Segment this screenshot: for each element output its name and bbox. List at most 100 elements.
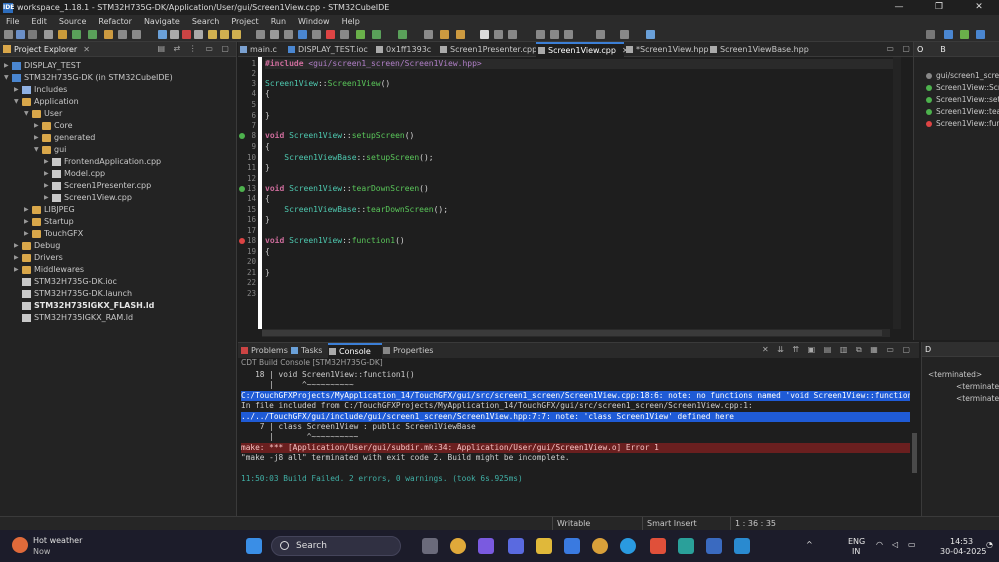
- tree-item[interactable]: ▶ Screen1Presenter.cpp: [44, 180, 151, 192]
- chevron-right-icon[interactable]: ▶: [44, 156, 52, 168]
- perspective-ide-icon[interactable]: [976, 30, 985, 39]
- external-tools-icon[interactable]: [104, 30, 113, 39]
- console-line[interactable]: C:/TouchGFXProjects/MyApplication_14/Tou…: [241, 390, 910, 401]
- step-into-icon[interactable]: [208, 30, 217, 39]
- tab-console[interactable]: Console: [328, 343, 382, 358]
- close-button[interactable]: ✕: [959, 0, 999, 15]
- chevron-down-icon[interactable]: ▼: [14, 96, 22, 108]
- close-icon[interactable]: ✕: [83, 45, 90, 54]
- tab-outline[interactable]: O: [914, 45, 923, 54]
- open-resource-icon[interactable]: [440, 30, 449, 39]
- tree-item[interactable]: ▼ STM32H735G-DK (in STM32CubeIDE): [4, 72, 173, 84]
- menu-file[interactable]: File: [0, 17, 25, 26]
- menu-search[interactable]: Search: [186, 17, 225, 26]
- tab-display-test-ioc[interactable]: DISPLAY_TEST.ioc: [286, 42, 374, 57]
- open-task-icon[interactable]: [424, 30, 433, 39]
- tree-item[interactable]: ▶ Startup: [24, 216, 74, 228]
- menu-refactor[interactable]: Refactor: [92, 17, 138, 26]
- debug-config-icon[interactable]: [356, 30, 365, 39]
- teams-icon[interactable]: [508, 538, 524, 554]
- weather-icon[interactable]: [12, 537, 28, 553]
- tab-debug[interactable]: D: [922, 345, 931, 354]
- prev-annotation-icon[interactable]: [550, 30, 559, 39]
- outline-constructor[interactable]: Screen1View::Scr: [926, 82, 999, 93]
- chevron-right-icon[interactable]: ▶: [14, 264, 22, 276]
- battery-icon[interactable]: ▭: [908, 540, 916, 549]
- chevron-down-icon[interactable]: ▼: [34, 144, 42, 156]
- run-icon[interactable]: [88, 30, 97, 39]
- search-icon[interactable]: [926, 30, 935, 39]
- cubemx-icon[interactable]: [734, 538, 750, 554]
- chevron-right-icon[interactable]: ▶: [14, 252, 22, 264]
- last-edit-icon[interactable]: [564, 30, 573, 39]
- new-class-icon[interactable]: [118, 30, 127, 39]
- stop-icon[interactable]: [326, 30, 335, 39]
- console-line[interactable]: ../../TouchGFX/gui/include/gui/screen1_s…: [241, 411, 910, 422]
- project-explorer-tab[interactable]: Project Explorer ✕ ▤ ⇄ ⋮ ▭ ▢: [0, 42, 236, 57]
- tab-screen1viewbase-hpp[interactable]: Screen1ViewBase.hpp: [708, 42, 809, 57]
- task-view-icon[interactable]: [422, 538, 438, 554]
- chevron-right-icon[interactable]: ▶: [4, 60, 12, 72]
- chevron-right-icon[interactable]: ▶: [44, 192, 52, 204]
- windows-start-icon[interactable]: [246, 538, 262, 554]
- resume-icon[interactable]: [158, 30, 167, 39]
- outline-function1[interactable]: Screen1View::func: [926, 118, 999, 129]
- taskbar-search[interactable]: Search: [271, 536, 401, 556]
- step-return-icon[interactable]: [232, 30, 241, 39]
- scroll-thumb[interactable]: [262, 330, 882, 336]
- editor-horizontal-scrollbar[interactable]: [262, 329, 890, 337]
- tree-item[interactable]: ▶ FrontendApplication.cpp: [44, 156, 161, 168]
- console-output[interactable]: 18 | void Screen1View::function1() | ^~~…: [238, 370, 910, 515]
- tree-item[interactable]: ▶ LIBJPEG: [24, 204, 75, 216]
- clock-time[interactable]: 14:53: [950, 537, 973, 546]
- next-annotation-icon[interactable]: [536, 30, 545, 39]
- device-config-icon[interactable]: [298, 30, 307, 39]
- refresh-icon[interactable]: [312, 30, 321, 39]
- chevron-down-icon[interactable]: ▼: [24, 108, 32, 120]
- tree-item[interactable]: ▶ generated: [34, 132, 95, 144]
- copilot-icon[interactable]: [478, 538, 494, 554]
- tab-tasks[interactable]: Tasks: [290, 343, 328, 358]
- toggle-whitespace-icon[interactable]: [480, 30, 489, 39]
- code-editor[interactable]: #include <gui/screen1_screen/Screen1View…: [258, 57, 901, 329]
- tree-item[interactable]: ▶ Drivers: [14, 252, 63, 264]
- save-icon[interactable]: [16, 30, 25, 39]
- toggle-mark-icon[interactable]: [284, 30, 293, 39]
- launch-icon[interactable]: [398, 30, 407, 39]
- chevron-right-icon[interactable]: ▶: [24, 204, 32, 216]
- outline-setup-screen[interactable]: Screen1View::setu: [926, 94, 999, 105]
- override-marker-icon[interactable]: [239, 133, 245, 139]
- save-all-icon[interactable]: [28, 30, 37, 39]
- console-scrollbar[interactable]: [912, 433, 917, 473]
- chevron-right-icon[interactable]: ▶: [24, 216, 32, 228]
- editor-minmax-icon[interactable]: ▭ ▢: [886, 44, 913, 53]
- tree-item[interactable]: ▶ Debug: [14, 240, 60, 252]
- editor-vertical-scrollbar[interactable]: [893, 57, 901, 329]
- tree-item[interactable]: ▼ User: [24, 108, 62, 120]
- tree-item[interactable]: STM32H735G-DK.launch: [14, 288, 132, 300]
- chevron-right-icon[interactable]: ▶: [34, 120, 42, 132]
- outline-teardown-screen[interactable]: Screen1View::tear: [926, 106, 999, 117]
- tree-item[interactable]: ▶ DISPLAY_TEST: [4, 60, 81, 72]
- tree-item[interactable]: STM32H735G-DK.ioc: [14, 276, 117, 288]
- chevron-right-icon[interactable]: ▶: [34, 132, 42, 144]
- tab-properties[interactable]: Properties: [382, 343, 433, 358]
- print-icon[interactable]: [44, 30, 53, 39]
- tab-screen1presenter-cpp[interactable]: Screen1Presenter.cpp: [438, 42, 537, 57]
- cube-icon[interactable]: [256, 30, 265, 39]
- suspend-icon[interactable]: [170, 30, 179, 39]
- tray-chevron-icon[interactable]: ^: [806, 540, 813, 549]
- outline-include[interactable]: gui/screen1_scree: [926, 70, 999, 81]
- perspective-cube-icon[interactable]: [944, 30, 953, 39]
- tree-item[interactable]: ▼ gui: [34, 144, 66, 156]
- store-icon[interactable]: [564, 538, 580, 554]
- tab-main-c[interactable]: main.c: [238, 42, 284, 57]
- menu-run[interactable]: Run: [265, 17, 292, 26]
- disconnect-icon[interactable]: [194, 30, 203, 39]
- debug-terminated-2[interactable]: <terminated>: [956, 382, 999, 391]
- search-toolbar-icon[interactable]: [270, 30, 279, 39]
- settings-icon[interactable]: [340, 30, 349, 39]
- back-icon[interactable]: [596, 30, 605, 39]
- forward-icon[interactable]: [620, 30, 629, 39]
- menu-window[interactable]: Window: [292, 17, 336, 26]
